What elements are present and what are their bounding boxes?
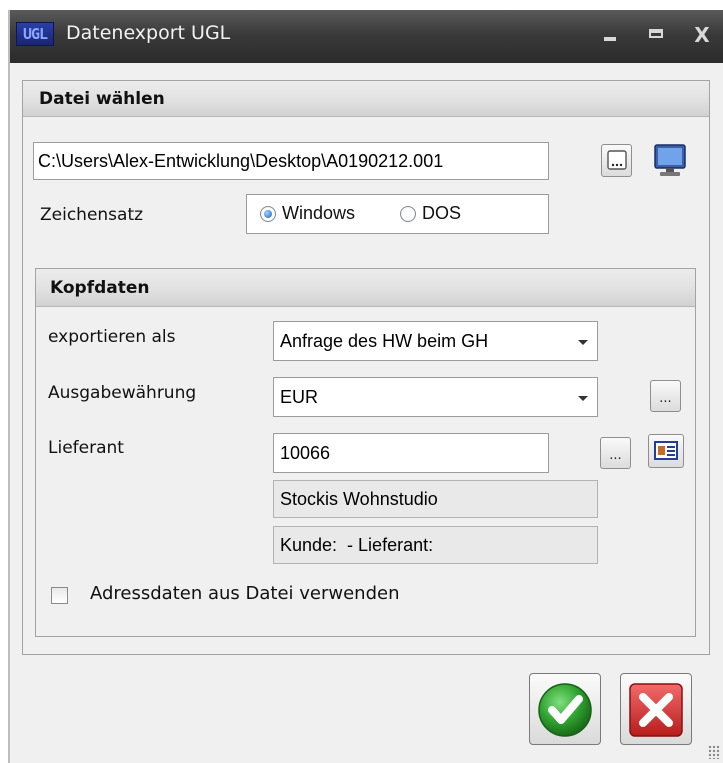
computer-button[interactable]: [651, 142, 689, 180]
ugl-logo-icon: UGL: [16, 22, 54, 46]
supplier-input[interactable]: 10066: [273, 433, 549, 473]
windows-radio[interactable]: [260, 205, 276, 222]
close-button[interactable]: X: [687, 23, 717, 47]
supplier-lookup-button[interactable]: ...: [600, 437, 631, 469]
currency-chevron-down-icon[interactable]: [578, 396, 588, 401]
resize-grip-icon[interactable]: [708, 745, 720, 759]
export-as-label: exportieren als: [48, 327, 176, 347]
export-as-value: Anfrage des HW beim GH: [280, 331, 489, 351]
head-data-title: Kopfdaten: [50, 278, 150, 298]
currency-value: EUR: [280, 387, 319, 407]
currency-dropdown[interactable]: EUR: [273, 377, 598, 417]
use-address-checkbox[interactable]: [51, 587, 68, 604]
currency-label: Ausgabewährung: [48, 383, 197, 403]
supplier-label: Lieferant: [48, 438, 124, 458]
file-panel-title: Datei wählen: [39, 89, 165, 109]
dos-radio[interactable]: [400, 205, 416, 222]
ok-button[interactable]: [529, 673, 601, 745]
minimize-icon: [604, 37, 616, 41]
address-card-icon: [654, 441, 678, 460]
maximize-button[interactable]: [641, 23, 671, 47]
charset-label: Zeichensatz: [40, 205, 144, 225]
use-address-label[interactable]: Adressdaten aus Datei verwenden: [90, 583, 400, 604]
green-check-icon: [538, 683, 592, 737]
supplier-name-display: Stockis Wohnstudio: [273, 480, 598, 518]
browse-file-button[interactable]: [601, 144, 632, 177]
file-panel-header: Datei wählen: [23, 81, 709, 117]
export-as-dropdown[interactable]: Anfrage des HW beim GH: [273, 321, 598, 361]
file-path-input[interactable]: C:\Users\Alex-Entwicklung\Desktop\A01902…: [33, 142, 549, 180]
customer-supplier-display: Kunde: - Lieferant:: [273, 526, 598, 564]
minimize-button[interactable]: [595, 23, 625, 47]
windows-radio-label: Windows: [282, 203, 356, 223]
supplier-card-button[interactable]: [648, 434, 684, 468]
dos-radio-label: DOS: [422, 203, 462, 223]
currency-lookup-button[interactable]: ...: [650, 380, 681, 412]
title-bar[interactable]: UGL Datenexport UGL X: [10, 10, 723, 63]
cancel-button[interactable]: [620, 673, 692, 745]
computer-icon: [654, 144, 686, 176]
head-data-header: Kopfdaten: [36, 269, 695, 307]
red-x-icon: [629, 683, 683, 737]
export-as-chevron-down-icon[interactable]: [578, 340, 588, 345]
maximize-icon: [649, 29, 663, 38]
charset-windows-option[interactable]: Windows: [260, 203, 355, 224]
folder-browse-icon: [606, 150, 627, 170]
window-title: Datenexport UGL: [66, 22, 231, 44]
charset-dos-option[interactable]: DOS: [400, 203, 461, 224]
